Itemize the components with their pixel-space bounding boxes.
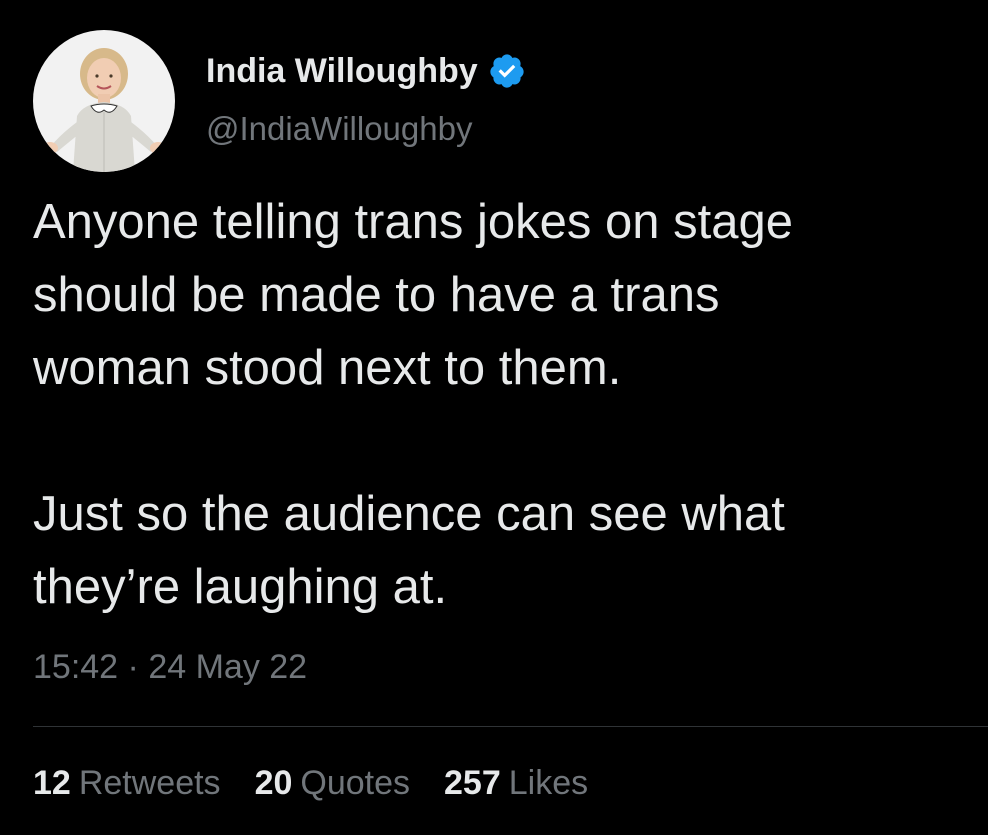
retweets-stat[interactable]: 12 Retweets xyxy=(33,764,221,803)
engagement-stats: 12 Retweets 20 Quotes 257 Likes xyxy=(33,764,622,803)
profile-photo xyxy=(33,30,175,172)
retweets-label: Retweets xyxy=(78,764,221,802)
meta-separator: · xyxy=(127,648,139,686)
tweet-paragraph: Anyone telling trans jokes on stage shou… xyxy=(33,195,793,395)
tweet-paragraph: Just so the audience can see what they’r… xyxy=(33,487,785,614)
tweet-time[interactable]: 15:42 xyxy=(33,648,118,686)
author-handle[interactable]: @IndiaWilloughby xyxy=(206,110,472,148)
display-name-text: India Willoughby xyxy=(206,51,478,90)
likes-label: Likes xyxy=(508,764,589,802)
tweet-text: Anyone telling trans jokes on stage shou… xyxy=(33,186,978,624)
divider xyxy=(33,726,988,727)
retweets-count: 12 xyxy=(33,764,71,802)
tweet-date[interactable]: 24 May 22 xyxy=(148,648,307,686)
tweet-timestamp: 15:42 · 24 May 22 xyxy=(33,648,307,687)
verified-badge-icon xyxy=(488,52,526,90)
quotes-stat[interactable]: 20 Quotes xyxy=(255,764,410,803)
quotes-label: Quotes xyxy=(300,764,411,802)
author-display-name[interactable]: India Willoughby xyxy=(206,50,526,92)
likes-stat[interactable]: 257 Likes xyxy=(444,764,588,803)
author-avatar[interactable] xyxy=(33,30,175,172)
likes-count: 257 xyxy=(444,764,501,802)
quotes-count: 20 xyxy=(254,764,293,802)
